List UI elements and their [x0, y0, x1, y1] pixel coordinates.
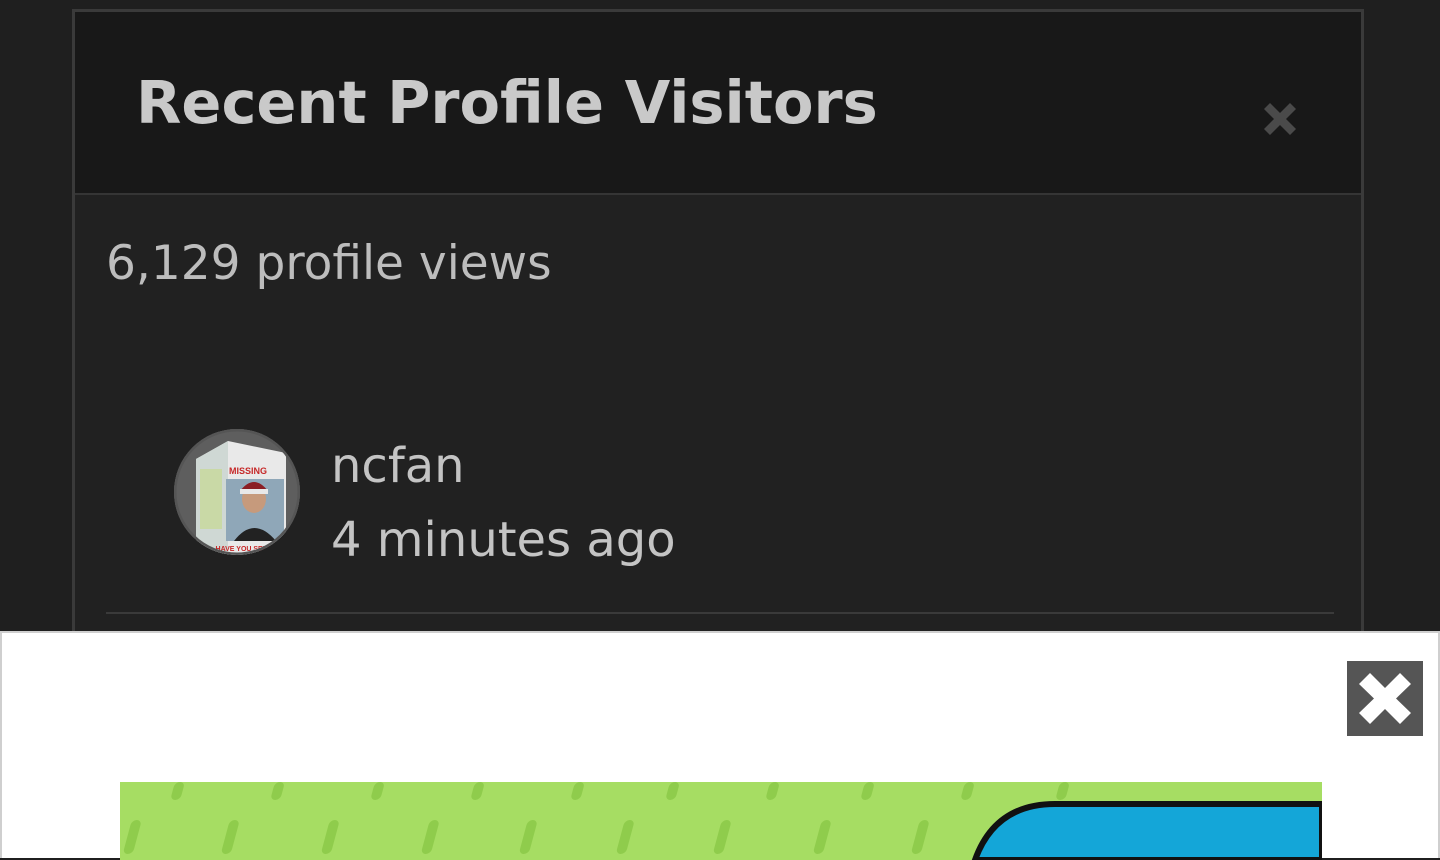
avatar-caption-top: MISSING: [229, 466, 267, 476]
ad-image[interactable]: [120, 782, 1322, 860]
profile-views-count: 6,129 profile views: [106, 236, 552, 291]
modal-title: Recent Profile Visitors: [136, 68, 878, 137]
visit-timestamp: 4 minutes ago: [331, 512, 676, 568]
visitor-name-link[interactable]: ncfan: [331, 438, 465, 494]
close-icon[interactable]: [1258, 97, 1302, 141]
list-divider: [106, 612, 1334, 614]
avatar[interactable]: MISSING HAVE YOU SEEN: [174, 429, 300, 555]
visitor-list-item[interactable]: MISSING HAVE YOU SEEN ncfan 4 minutes ag…: [174, 426, 1074, 568]
modal-header: Recent Profile Visitors: [75, 12, 1361, 195]
profile-visitors-modal: Recent Profile Visitors 6,129 profile vi…: [72, 9, 1364, 669]
close-icon[interactable]: [1347, 661, 1423, 736]
ad-overlay: [0, 631, 1440, 860]
